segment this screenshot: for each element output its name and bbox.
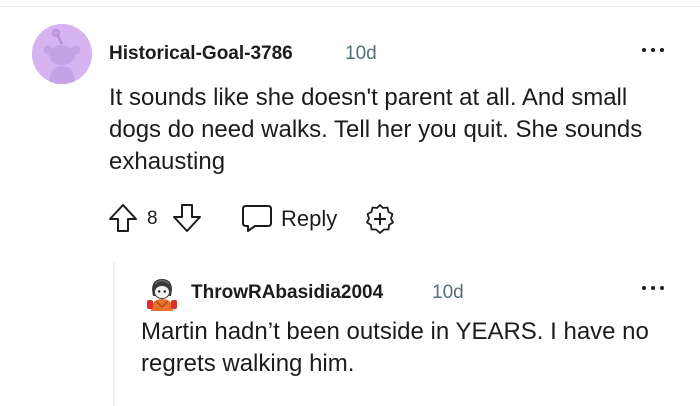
- comment-body: It sounds like she doesn't parent at all…: [109, 84, 643, 175]
- reply-body: Martin hadn’t been outside in YEARS. I h…: [141, 318, 649, 377]
- top-divider: [0, 6, 700, 7]
- reply-icon: [242, 205, 272, 232]
- comment-timestamp[interactable]: 10d: [345, 43, 377, 65]
- more-options-icon[interactable]: [640, 44, 668, 56]
- reply-author[interactable]: ThrowRAbasidia2004: [191, 282, 383, 304]
- award-button[interactable]: [363, 202, 397, 241]
- reply-timestamp[interactable]: 10d: [432, 282, 464, 304]
- user-avatar[interactable]: [32, 24, 92, 84]
- custom-avatar-icon: [147, 279, 177, 311]
- downvote-icon: [173, 204, 201, 232]
- vote-score: 8: [147, 208, 158, 229]
- thread-line[interactable]: [113, 262, 115, 406]
- reply-user-avatar[interactable]: [143, 274, 181, 312]
- downvote-button[interactable]: [171, 202, 203, 239]
- snoo-avatar-icon: [32, 24, 92, 84]
- reply-button[interactable]: [239, 200, 275, 236]
- comment-author[interactable]: Historical-Goal-3786: [109, 43, 293, 65]
- award-icon: [366, 204, 394, 234]
- upvote-icon: [109, 204, 137, 232]
- reply-more-options-icon[interactable]: [640, 282, 668, 294]
- reply-label[interactable]: Reply: [281, 206, 337, 232]
- upvote-button[interactable]: [107, 202, 139, 239]
